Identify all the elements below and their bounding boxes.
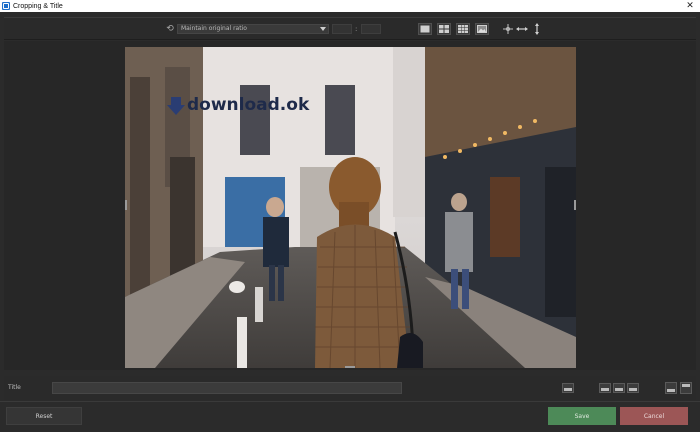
window-titlebar: Cropping & Title ✕	[0, 0, 700, 12]
crop-height-input[interactable]	[361, 24, 381, 34]
close-icon[interactable]: ✕	[684, 0, 696, 12]
cancel-button[interactable]: Cancel	[620, 407, 688, 425]
photo-preview[interactable]: download.ok	[125, 47, 576, 368]
save-button[interactable]: Save	[548, 407, 616, 425]
title-input[interactable]	[52, 382, 402, 394]
rotate-icon[interactable]: ⟲	[165, 24, 175, 34]
caption-above-button[interactable]	[680, 382, 692, 394]
crop-handle-right[interactable]	[574, 200, 576, 210]
preview-canvas: download.ok	[4, 41, 696, 370]
caption-below-button[interactable]	[665, 382, 677, 394]
chevron-down-icon	[320, 27, 326, 31]
caption-center-icon	[615, 388, 623, 391]
caption-below-icon	[667, 389, 675, 392]
photo-fit-icon	[477, 25, 487, 33]
street-photo-image: download.ok	[125, 47, 576, 368]
caption-right-button[interactable]	[627, 383, 639, 393]
title-row: Title	[4, 376, 696, 400]
fit-height-icon[interactable]	[531, 23, 543, 35]
crosshair-center-icon[interactable]	[502, 23, 514, 35]
caption-inside-icon	[564, 388, 572, 391]
crop-handle-left[interactable]	[125, 200, 127, 210]
grid-single-icon	[420, 25, 430, 33]
aspect-ratio-value: Maintain original ratio	[181, 25, 247, 32]
grid-single-button[interactable]	[418, 23, 432, 35]
caption-left-icon	[601, 388, 609, 391]
grid-2x2-icon	[439, 25, 449, 33]
reset-button[interactable]: Reset	[6, 407, 82, 425]
fit-width-icon[interactable]	[516, 23, 528, 35]
dialog-footer: Reset Save Cancel	[0, 401, 700, 432]
photo-fit-button[interactable]	[475, 23, 489, 35]
title-label: Title	[8, 384, 21, 391]
caption-inside-button[interactable]	[562, 383, 574, 393]
caption-right-icon	[629, 388, 637, 391]
crop-width-input[interactable]	[332, 24, 352, 34]
crop-handle-bottom[interactable]	[345, 366, 355, 368]
crop-toolbar: ⟲ Maintain original ratio :	[4, 17, 696, 40]
watermark-text: download.ok	[187, 95, 310, 115]
grid-2x2-button[interactable]	[437, 23, 451, 35]
caption-left-button[interactable]	[599, 383, 611, 393]
size-separator: :	[355, 25, 358, 33]
aspect-ratio-select[interactable]: Maintain original ratio	[177, 24, 329, 34]
grid-3x3-button[interactable]	[456, 23, 470, 35]
window-title: Cropping & Title	[13, 2, 63, 10]
caption-center-button[interactable]	[613, 383, 625, 393]
app-icon	[2, 2, 10, 10]
grid-3x3-icon	[458, 25, 468, 33]
caption-above-icon	[682, 384, 690, 387]
